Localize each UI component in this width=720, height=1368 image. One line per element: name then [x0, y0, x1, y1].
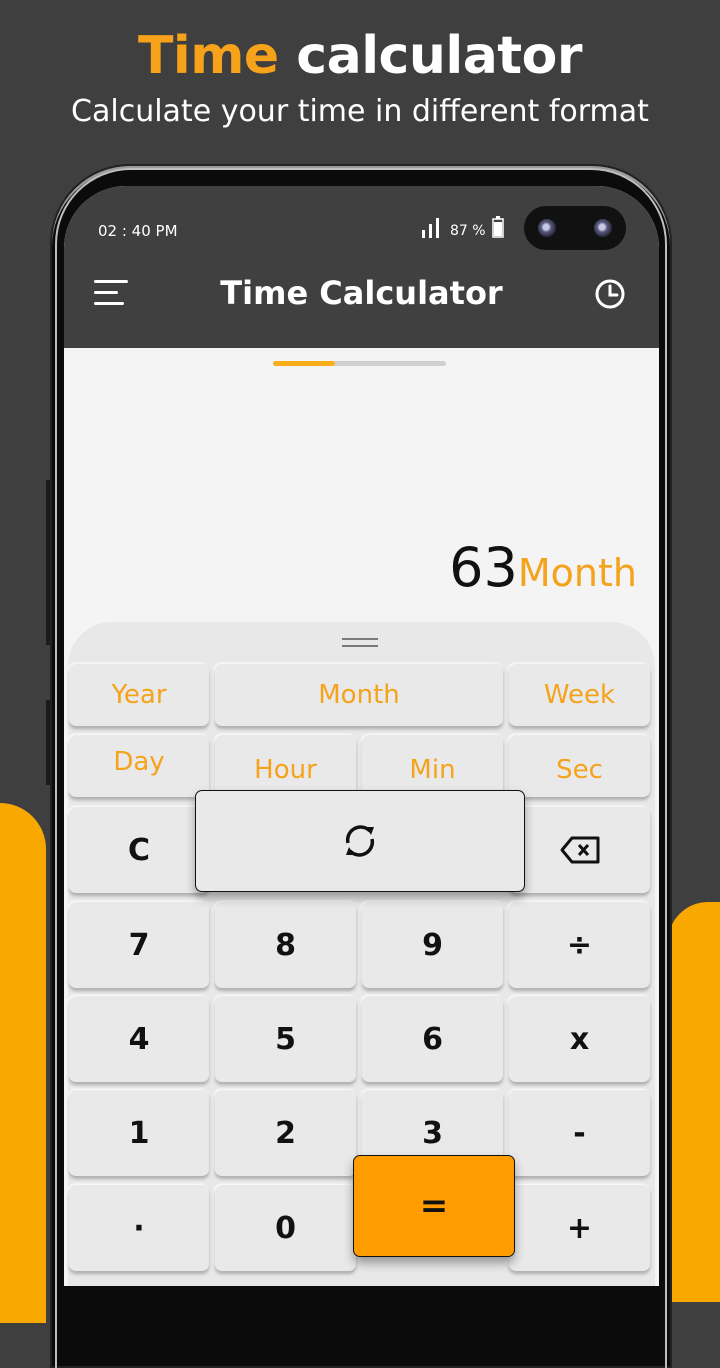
- camera-lens: [594, 219, 612, 237]
- signal-icon: [422, 218, 439, 238]
- result-display: 63Month: [449, 536, 637, 599]
- key-9[interactable]: 9: [362, 902, 503, 988]
- battery-icon: [492, 216, 504, 238]
- result-unit: Month: [517, 551, 637, 595]
- result-value: 63: [449, 536, 518, 599]
- decorative-blob-right: [668, 902, 720, 1302]
- promo-subtitle: Calculate your time in different format: [71, 94, 649, 129]
- key-2[interactable]: 2: [215, 1090, 356, 1176]
- decorative-blob-left: [0, 803, 46, 1323]
- clear-button[interactable]: C: [69, 807, 209, 893]
- key-0[interactable]: 0: [215, 1185, 356, 1271]
- promo-title-rest: calculator: [278, 26, 583, 86]
- key-1[interactable]: 1: [69, 1090, 209, 1176]
- phone-volume-button: [46, 480, 50, 645]
- convert-button[interactable]: [195, 790, 525, 892]
- key-6[interactable]: 6: [362, 996, 503, 1082]
- unit-key-year[interactable]: Year: [69, 664, 209, 726]
- unit-key-sec[interactable]: Sec: [509, 735, 650, 797]
- minus-button[interactable]: -: [509, 1090, 650, 1176]
- decimal-button[interactable]: ·: [69, 1185, 209, 1271]
- key-8[interactable]: 8: [215, 902, 356, 988]
- unit-key-month[interactable]: Month: [215, 664, 503, 726]
- progress-fill: [273, 361, 336, 366]
- camera-lens: [538, 219, 556, 237]
- phone-power-button: [46, 700, 50, 785]
- key-4[interactable]: 4: [69, 996, 209, 1082]
- camera-cutout: [524, 206, 626, 250]
- clock-icon[interactable]: [594, 278, 626, 310]
- refresh-icon: [345, 825, 375, 857]
- promo-title-accent: Time: [137, 26, 279, 86]
- backspace-button[interactable]: [509, 807, 650, 893]
- plus-button[interactable]: +: [509, 1185, 650, 1271]
- backspace-icon: [560, 836, 599, 864]
- key-5[interactable]: 5: [215, 996, 356, 1082]
- phone-screen: 02 : 40 PM 87 % Time Calculator 63Month …: [64, 186, 659, 1286]
- equals-button[interactable]: =: [353, 1155, 515, 1257]
- battery-percentage: 87 %: [450, 223, 486, 239]
- promo-title: Time calculator: [0, 26, 720, 86]
- multiply-button[interactable]: x: [509, 996, 650, 1082]
- keypad-panel: Year Month Week Day Hour Min Sec C 7 8 9…: [68, 622, 655, 1286]
- divide-button[interactable]: ÷: [509, 902, 650, 988]
- unit-key-week[interactable]: Week: [509, 664, 650, 726]
- status-time: 02 : 40 PM: [98, 222, 178, 240]
- unit-key-min[interactable]: Min: [362, 735, 503, 797]
- unit-key-hour[interactable]: Hour: [215, 735, 356, 797]
- unit-key-day[interactable]: Day: [69, 735, 209, 797]
- app-bar: 02 : 40 PM 87 % Time Calculator: [64, 186, 659, 348]
- app-title: Time Calculator: [220, 274, 503, 312]
- page-progress-indicator: [273, 361, 446, 366]
- drag-handle-icon[interactable]: [342, 638, 378, 652]
- key-7[interactable]: 7: [69, 902, 209, 988]
